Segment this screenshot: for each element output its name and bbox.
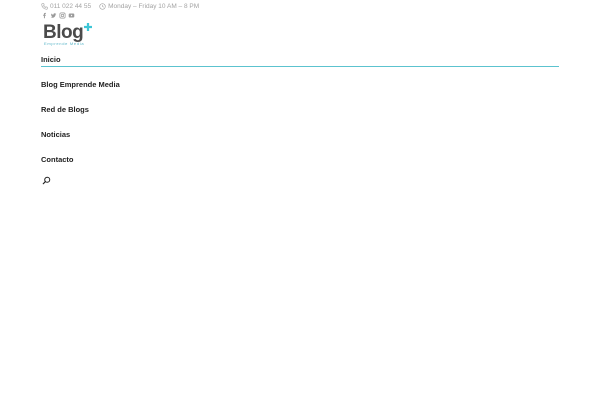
page: 011 022 44 55 Monday – Friday 10 AM – 8 … [0, 0, 600, 400]
search-icon [42, 176, 51, 185]
instagram-link[interactable] [59, 12, 66, 19]
plus-icon [84, 23, 92, 31]
youtube-link[interactable] [68, 12, 75, 19]
search-button[interactable] [42, 172, 51, 185]
clock-icon [99, 2, 106, 10]
youtube-icon [68, 13, 75, 18]
facebook-link[interactable] [41, 12, 48, 19]
instagram-icon [59, 12, 66, 19]
logo-subtitle: Emprende Media [44, 41, 85, 46]
nav-item-noticias[interactable]: Noticias [41, 130, 70, 139]
phone-number: 011 022 44 55 [50, 2, 92, 10]
nav-item-inicio[interactable]: Inicio [41, 55, 61, 64]
site-logo[interactable]: Blog Emprende Media [43, 22, 95, 48]
twitter-icon [50, 13, 57, 18]
social-links [41, 12, 75, 19]
hours-text: Monday – Friday 10 AM – 8 PM [108, 2, 200, 10]
nav-item-contacto[interactable]: Contacto [41, 155, 74, 164]
opening-hours: Monday – Friday 10 AM – 8 PM [99, 3, 199, 10]
top-info-bar: 011 022 44 55 Monday – Friday 10 AM – 8 … [41, 1, 207, 11]
active-nav-underline [41, 66, 559, 67]
phone-contact[interactable]: 011 022 44 55 [41, 3, 91, 10]
nav-item-red-de-blogs[interactable]: Red de Blogs [41, 105, 89, 114]
facebook-icon [43, 12, 46, 19]
nav-item-blog-emprende-media[interactable]: Blog Emprende Media [41, 80, 120, 89]
twitter-link[interactable] [50, 12, 57, 19]
phone-icon [41, 2, 48, 10]
logo-wordmark: Blog [43, 22, 84, 43]
